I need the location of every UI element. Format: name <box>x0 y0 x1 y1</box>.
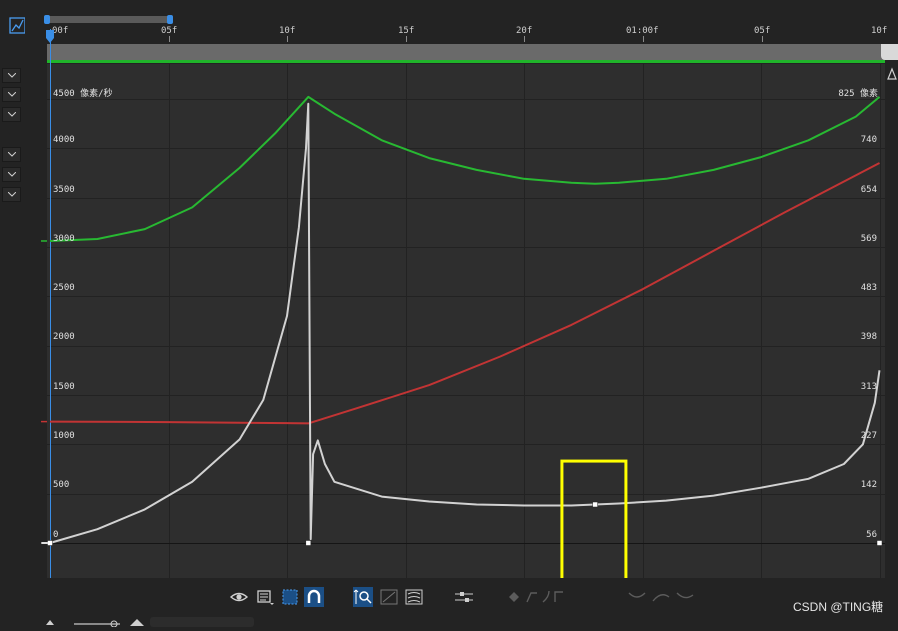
property-dropdown-2[interactable] <box>2 87 21 102</box>
auto-zoom-height-icon[interactable] <box>353 587 373 607</box>
property-dropdown-1[interactable] <box>2 68 21 83</box>
work-area-start-handle[interactable] <box>44 15 50 24</box>
keyframe-edit-icons-disabled <box>505 587 565 607</box>
layer-end-handle[interactable] <box>881 44 898 60</box>
ruler-tick <box>762 36 763 42</box>
ruler-tick-label: 05f <box>161 26 178 36</box>
work-area-end-handle[interactable] <box>167 15 173 24</box>
playhead-handle[interactable] <box>46 29 54 43</box>
ruler-tick <box>406 36 407 42</box>
right-axis-tick-label: 569 <box>860 234 877 244</box>
right-axis-tick-label: 142 <box>860 480 877 490</box>
ruler-tick <box>643 36 644 42</box>
left-axis-tick-label: 3000 <box>53 234 75 244</box>
right-axis-tick-label: 654 <box>860 185 877 195</box>
left-axis-tick-label: 3500 <box>53 185 75 195</box>
show-properties-eye-icon[interactable] <box>229 587 249 607</box>
snapping-magnet-icon[interactable] <box>304 587 324 607</box>
right-axis-unit-label: 825 像素 <box>838 89 878 99</box>
graph-editor-toggle-icon[interactable] <box>9 17 26 34</box>
left-axis-tick-label: 2500 <box>53 283 75 293</box>
property-dropdown-4[interactable] <box>2 147 21 162</box>
right-axis-tick-label: 740 <box>860 135 877 145</box>
left-axis-tick-label: 4000 <box>53 135 75 145</box>
work-area-bar[interactable] <box>47 16 170 23</box>
transform-box-icon[interactable] <box>280 587 300 607</box>
layer-duration-bar[interactable] <box>47 44 885 60</box>
separate-dimensions-icon[interactable] <box>453 587 473 607</box>
left-axis-tick-label: 1000 <box>53 431 75 441</box>
property-dropdown-3[interactable] <box>2 107 21 122</box>
right-axis-tick-label: 313 <box>860 382 877 392</box>
snapshot-icon[interactable] <box>886 66 898 80</box>
ruler-tick <box>287 36 288 42</box>
watermark-text: CSDN @TING糖 <box>793 600 884 614</box>
ruler-tick-label: 15f <box>398 26 415 36</box>
right-axis-tick-label: 398 <box>860 332 877 342</box>
layer-in-out-line <box>47 60 885 63</box>
property-dropdown-5[interactable] <box>2 167 21 182</box>
time-zoom-slider[interactable] <box>40 612 260 628</box>
ruler-tick <box>524 36 525 42</box>
ruler-tick-label: 01:00f <box>626 26 659 36</box>
left-axis-unit-label: 4500 像素/秒 <box>53 89 113 99</box>
ruler-tick-label: 10f <box>279 26 296 36</box>
left-axis-tick-label: 0 <box>53 530 59 540</box>
ruler-tick-label: 20f <box>516 26 533 36</box>
graph-options-menu-icon[interactable] <box>256 587 276 607</box>
fit-all-graphs-icon[interactable] <box>404 587 424 607</box>
right-axis-tick-label: 227 <box>860 431 877 441</box>
ruler-tick <box>169 36 170 42</box>
easy-ease-icons-disabled <box>627 587 699 607</box>
ruler-tick-label: 10f <box>871 26 888 36</box>
right-axis-tick-label: 483 <box>860 283 877 293</box>
ruler-tick-label: 05f <box>754 26 771 36</box>
fit-selection-icon[interactable] <box>379 587 399 607</box>
right-axis-tick-label: 56 <box>866 530 877 540</box>
graph-editor-area[interactable] <box>47 64 885 578</box>
left-axis-tick-label: 1500 <box>53 382 75 392</box>
left-axis-tick-label: 2000 <box>53 332 75 342</box>
property-dropdown-6[interactable] <box>2 187 21 202</box>
left-axis-tick-label: 500 <box>53 480 70 490</box>
ruler-tick-label: 00f <box>52 26 69 36</box>
